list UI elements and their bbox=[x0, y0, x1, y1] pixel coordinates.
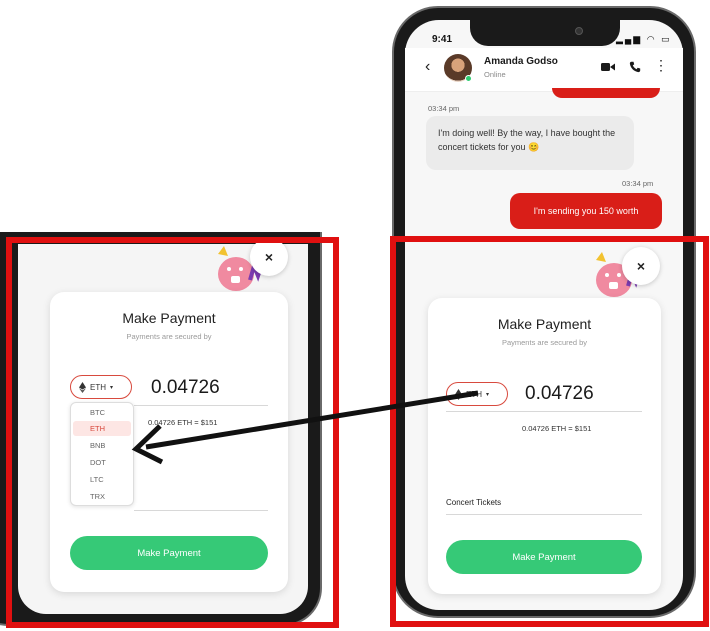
coin-select[interactable]: ETH ▾ bbox=[446, 382, 508, 406]
incoming-message: I'm doing well! By the way, I have bough… bbox=[426, 116, 634, 170]
close-icon: × bbox=[636, 258, 646, 274]
modal-title: Make Payment bbox=[497, 316, 592, 332]
video-icon[interactable] bbox=[601, 62, 615, 72]
dropdown-option-eth[interactable]: ETH bbox=[73, 421, 131, 436]
previous-message-bubble bbox=[552, 88, 660, 98]
modal-subtitle: Payments are secured by bbox=[126, 332, 212, 341]
coin-select-value: ETH bbox=[466, 389, 482, 399]
message-timestamp: 03:34 pm bbox=[622, 179, 654, 188]
conversion-rate: 0.04726 ETH = $151 bbox=[148, 418, 218, 427]
amount-value[interactable]: 0.04726 bbox=[151, 377, 220, 399]
phone-notch bbox=[470, 20, 620, 46]
modal-title: Make Payment bbox=[122, 310, 216, 326]
phone-call-icon[interactable] bbox=[629, 61, 641, 73]
dropdown-option-bnb[interactable]: BNB bbox=[73, 438, 131, 453]
amount-value[interactable]: 0.04726 bbox=[525, 383, 594, 405]
dropdown-option-trx[interactable]: TRX bbox=[73, 489, 131, 504]
contact-name: Amanda Godso bbox=[484, 56, 558, 67]
conversion-rate: 0.04726 ETH = $151 bbox=[522, 424, 592, 433]
amount-underline bbox=[134, 405, 268, 406]
status-time: 9:41 bbox=[432, 34, 453, 45]
description-underline bbox=[134, 510, 268, 511]
make-payment-button[interactable]: Make Payment bbox=[70, 536, 268, 570]
eth-icon bbox=[455, 388, 462, 400]
coin-dropdown-menu: BTC ETH BNB DOT LTC TRX bbox=[70, 402, 134, 506]
status-icons: ▂▄▆ ◠ ▭ bbox=[616, 34, 672, 44]
back-icon[interactable]: ‹ bbox=[425, 58, 430, 76]
outgoing-message: I'm sending you 150 worth bbox=[510, 193, 662, 229]
contact-status: Online bbox=[484, 70, 506, 79]
dropdown-option-btc[interactable]: BTC bbox=[73, 405, 131, 420]
coin-select[interactable]: ETH ▾ bbox=[70, 375, 132, 399]
description-field[interactable]: Concert Tickets bbox=[446, 498, 501, 507]
close-button[interactable]: × bbox=[250, 238, 288, 276]
dropdown-option-ltc[interactable]: LTC bbox=[73, 472, 131, 487]
coin-select-value: ETH bbox=[90, 382, 106, 392]
menu-dots-icon[interactable]: ⋮ bbox=[654, 58, 668, 72]
make-payment-button[interactable]: Make Payment bbox=[446, 540, 642, 574]
eth-icon bbox=[79, 381, 86, 393]
modal-subtitle: Payments are secured by bbox=[501, 338, 588, 347]
chevron-down-icon: ▾ bbox=[486, 391, 490, 398]
front-camera bbox=[575, 27, 583, 35]
amount-underline bbox=[446, 411, 642, 412]
close-button[interactable]: × bbox=[622, 247, 660, 285]
dropdown-option-dot[interactable]: DOT bbox=[73, 455, 131, 470]
close-icon: × bbox=[264, 249, 274, 265]
chevron-down-icon: ▾ bbox=[110, 384, 114, 391]
message-timestamp: 03:34 pm bbox=[428, 104, 460, 113]
description-underline bbox=[446, 514, 642, 515]
online-indicator bbox=[465, 75, 472, 82]
